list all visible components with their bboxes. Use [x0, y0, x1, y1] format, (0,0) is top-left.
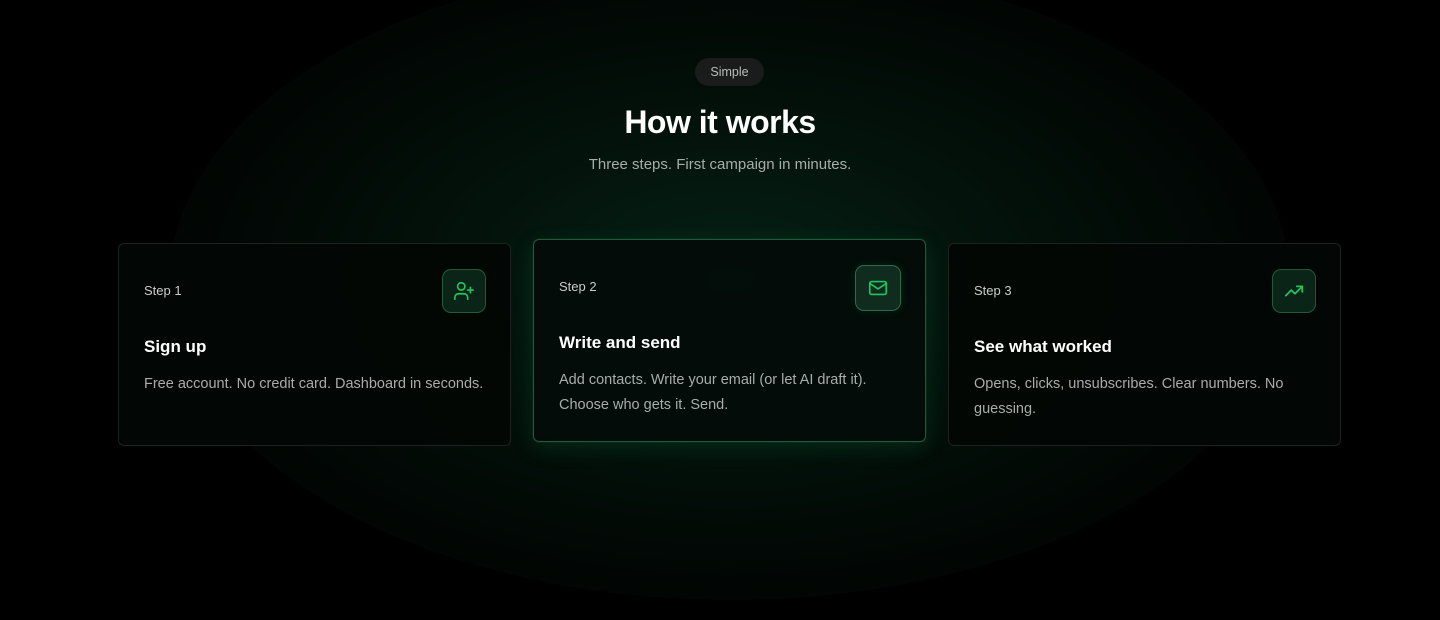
- step-description: Free account. No credit card. Dashboard …: [144, 376, 484, 392]
- how-it-works-section: Simple How it works Three steps. First c…: [0, 0, 1440, 620]
- step-card-2: Step 2 Write and send Add contacts. Writ…: [533, 239, 926, 442]
- mail-icon: [855, 265, 901, 311]
- step-label: Step 2: [559, 279, 597, 294]
- step-label: Step 1: [144, 283, 182, 298]
- section-badge: Simple: [695, 58, 764, 86]
- step-title: Sign up: [144, 337, 207, 356]
- step-description: Opens, clicks, unsubscribes. Clear numbe…: [974, 376, 1284, 417]
- step-title: Write and send: [559, 333, 681, 352]
- section-subtitle: Three steps. First campaign in minutes.: [588, 156, 852, 173]
- step-title: See what worked: [974, 337, 1112, 356]
- step-card-1: Step 1 Sign up Free account. No credit c…: [118, 243, 511, 446]
- trending-up-icon: [1272, 269, 1316, 313]
- step-description: Add contacts. Write your email (or let A…: [559, 372, 867, 413]
- step-label: Step 3: [974, 283, 1012, 298]
- step-card-3: Step 3 See what worked Opens, clicks, un…: [948, 243, 1341, 446]
- section-title: How it works: [624, 104, 816, 140]
- user-plus-icon: [442, 269, 486, 313]
